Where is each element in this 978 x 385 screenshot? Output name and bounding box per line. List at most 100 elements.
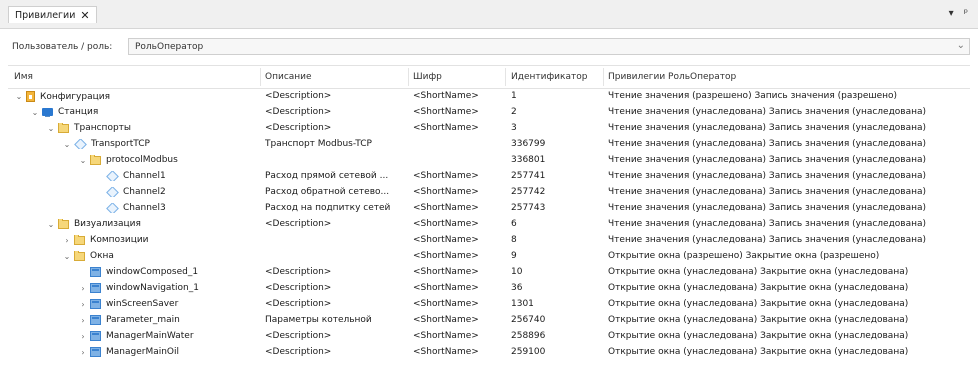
column-divider[interactable] bbox=[505, 68, 506, 86]
row-privileges[interactable]: Открытие окна (унаследована) Закрытие ок… bbox=[608, 283, 970, 293]
chevron-right-icon[interactable]: › bbox=[78, 300, 88, 309]
row-description: Расход прямой сетевой ... bbox=[265, 171, 389, 181]
row-name-cell: › ManagerMainWater bbox=[78, 331, 260, 341]
row-name-cell: Channel2 bbox=[94, 187, 260, 197]
row-name: Channel2 bbox=[123, 187, 166, 197]
row-id: 3 bbox=[511, 123, 517, 133]
row-privileges[interactable]: Открытие окна (унаследована) Закрытие ок… bbox=[608, 267, 970, 277]
folder-icon bbox=[58, 219, 69, 229]
row-id: 257741 bbox=[511, 171, 546, 181]
row-name: ManagerMainOil bbox=[106, 347, 180, 357]
row-privileges[interactable]: Чтение значения (унаследована) Запись зн… bbox=[608, 139, 970, 149]
row-privileges[interactable]: Чтение значения (унаследована) Запись зн… bbox=[608, 203, 970, 213]
chevron-right-icon[interactable]: › bbox=[78, 332, 88, 341]
station-icon bbox=[42, 108, 53, 117]
row-id: 1 bbox=[511, 91, 517, 101]
row-name-cell: ⌄ Станция bbox=[30, 107, 260, 117]
table-row[interactable]: Channel2 Расход обратной сетево... <ShortN… bbox=[8, 185, 970, 201]
table-row[interactable]: Channel1 Расход прямой сетевой ... <ShortN… bbox=[8, 169, 970, 185]
table-row[interactable]: › winScreenSaver <Description> <ShortName> 1… bbox=[8, 297, 970, 313]
table-row[interactable]: › ManagerMainWater <Description> <ShortName… bbox=[8, 329, 970, 345]
row-name: Окна bbox=[90, 251, 114, 261]
row-name: Channel3 bbox=[123, 203, 166, 213]
window-icon bbox=[90, 347, 101, 357]
row-privileges[interactable]: Открытие окна (унаследована) Закрытие ок… bbox=[608, 347, 970, 357]
table-row[interactable]: › ManagerMainOil <Description> <ShortName> 2… bbox=[8, 345, 970, 361]
tree-table-body: ⌄ Конфигурация <Description> <ShortName> 1 Чт… bbox=[8, 89, 970, 385]
chevron-down-icon[interactable]: ⌄ bbox=[62, 140, 72, 149]
row-name: Channel1 bbox=[123, 171, 166, 181]
dropdown-icon[interactable]: ▾ bbox=[949, 8, 954, 19]
chevron-right-icon[interactable]: › bbox=[78, 316, 88, 325]
table-row[interactable]: ⌄ Визуализация <Description> <ShortName> 6 Чт… bbox=[8, 217, 970, 233]
row-privileges[interactable]: Чтение значения (унаследована) Запись зн… bbox=[608, 219, 970, 229]
column-header-description[interactable]: Описание bbox=[265, 72, 312, 82]
row-name: winScreenSaver bbox=[106, 299, 179, 309]
row-id: 258896 bbox=[511, 331, 546, 341]
table-row[interactable]: ⌄ Станция <Description> <ShortName> 2 Чтение … bbox=[8, 105, 970, 121]
row-privileges[interactable]: Чтение значения (унаследована) Запись зн… bbox=[608, 155, 970, 165]
row-name-cell: ⌄ Конфигурация bbox=[14, 91, 260, 102]
row-id: 10 bbox=[511, 267, 523, 277]
column-divider[interactable] bbox=[260, 68, 261, 86]
table-row[interactable]: ⌄ TransportTCP Транспорт Modbus-TCP 336799 Ч… bbox=[8, 137, 970, 153]
column-header-id[interactable]: Идентификатор bbox=[511, 72, 587, 82]
row-name: Конфигурация bbox=[40, 91, 110, 102]
user-role-select[interactable]: РольОператор ⌄ bbox=[128, 38, 970, 55]
row-name-cell: › ManagerMainOil bbox=[78, 347, 260, 357]
table-row[interactable]: › Parameter_main Параметры котельной <Short… bbox=[8, 313, 970, 329]
row-name: protocolModbus bbox=[106, 155, 178, 165]
table-row[interactable]: ⌄ protocolModbus 336801 Чтение значения (ун… bbox=[8, 153, 970, 169]
column-divider[interactable] bbox=[603, 68, 604, 86]
chevron-down-icon[interactable]: ⌄ bbox=[46, 124, 56, 133]
pin-icon[interactable]: ᵖ bbox=[964, 8, 968, 19]
window-icon bbox=[90, 315, 101, 325]
column-header-privileges[interactable]: Привилегии РольОператор bbox=[608, 72, 736, 82]
table-row[interactable]: windowComposed_1 <Description> <ShortName>… bbox=[8, 265, 970, 281]
row-privileges[interactable]: Чтение значения (унаследована) Запись зн… bbox=[608, 187, 970, 197]
chevron-down-icon[interactable]: ⌄ bbox=[30, 108, 40, 117]
row-privileges[interactable]: Чтение значения (разрешено) Запись значе… bbox=[608, 91, 970, 101]
row-id: 257743 bbox=[511, 203, 546, 213]
chevron-right-icon[interactable]: › bbox=[78, 348, 88, 357]
chevron-down-icon[interactable]: ⌄ bbox=[14, 92, 24, 101]
table-row[interactable]: › windowNavigation_1 <Description> <ShortNa… bbox=[8, 281, 970, 297]
chevron-right-icon[interactable]: › bbox=[78, 284, 88, 293]
row-privileges[interactable]: Открытие окна (унаследована) Закрытие ок… bbox=[608, 331, 970, 341]
row-description: <Description> bbox=[265, 267, 332, 277]
table-row[interactable]: › Композиции <ShortName> 8 Чтение значения (… bbox=[8, 233, 970, 249]
document-tab-bar: Привилегии ✕ ▾ ᵖ bbox=[0, 0, 978, 29]
row-privileges[interactable]: Открытие окна (унаследована) Закрытие ок… bbox=[608, 315, 970, 325]
close-icon[interactable]: ✕ bbox=[80, 10, 89, 21]
user-role-value: РольОператор bbox=[135, 42, 204, 52]
column-divider[interactable] bbox=[408, 68, 409, 86]
table-row[interactable]: ⌄ Окна <ShortName> 9 Открытие окна (разрешен… bbox=[8, 249, 970, 265]
row-privileges[interactable]: Открытие окна (разрешено) Закрытие окна … bbox=[608, 251, 970, 261]
chevron-down-icon[interactable]: ⌄ bbox=[46, 220, 56, 229]
chevron-down-icon[interactable]: ⌄ bbox=[62, 252, 72, 261]
folder-icon bbox=[58, 123, 69, 133]
chevron-right-icon[interactable]: › bbox=[62, 236, 72, 245]
row-code: <ShortName> bbox=[413, 331, 479, 341]
row-code: <ShortName> bbox=[413, 235, 479, 245]
row-privileges[interactable]: Чтение значения (унаследована) Запись зн… bbox=[608, 107, 970, 117]
row-privileges[interactable]: Чтение значения (унаследована) Запись зн… bbox=[608, 171, 970, 181]
column-header-name[interactable]: Имя bbox=[14, 72, 33, 82]
table-row[interactable]: ⌄ Транспорты <Description> <ShortName> 3 Чтен… bbox=[8, 121, 970, 137]
chevron-down-icon[interactable]: ⌄ bbox=[78, 156, 88, 165]
table-row[interactable]: Channel3 Расход на подпитку сетей <ShortNa… bbox=[8, 201, 970, 217]
folder-icon bbox=[74, 235, 85, 245]
row-name-cell: ⌄ Окна bbox=[62, 251, 260, 261]
row-code: <ShortName> bbox=[413, 315, 479, 325]
column-header-code[interactable]: Шифр bbox=[413, 72, 442, 82]
row-privileges[interactable]: Чтение значения (унаследована) Запись зн… bbox=[608, 123, 970, 133]
table-row[interactable]: ⌄ Конфигурация <Description> <ShortName> 1 Чт… bbox=[8, 89, 970, 105]
row-id: 336801 bbox=[511, 155, 546, 165]
tab-privileges[interactable]: Привилегии ✕ bbox=[8, 6, 97, 23]
row-name-cell: ⌄ Транспорты bbox=[46, 123, 260, 133]
row-privileges[interactable]: Чтение значения (унаследована) Запись зн… bbox=[608, 235, 970, 245]
row-privileges[interactable]: Открытие окна (унаследована) Закрытие ок… bbox=[608, 299, 970, 309]
row-description: <Description> bbox=[265, 91, 332, 101]
row-code: <ShortName> bbox=[413, 107, 479, 117]
chevron-down-icon[interactable]: ⌄ bbox=[957, 40, 965, 51]
